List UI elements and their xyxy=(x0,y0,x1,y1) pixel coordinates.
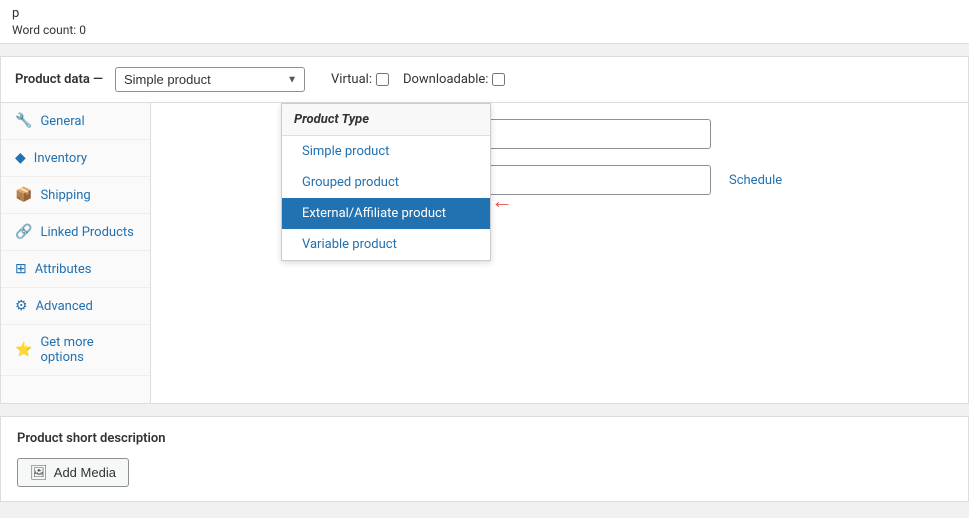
add-media-label: Add Media xyxy=(54,465,116,480)
downloadable-label[interactable]: Downloadable: xyxy=(403,72,505,87)
sidebar-item-advanced[interactable]: ⚙ Advanced xyxy=(1,288,150,325)
top-bar: p Word count: 0 xyxy=(0,0,969,44)
wrench-icon: 🔧 xyxy=(15,113,32,129)
product-data-body: 🔧 General ◆ Inventory 📦 Shipping 🔗 Linke… xyxy=(1,103,968,403)
product-data-wrapper: Product data — Simple product Grouped pr… xyxy=(0,56,969,404)
product-short-description-section: Product short description 🖼 Add Media xyxy=(0,416,969,502)
sidebar-item-attributes[interactable]: ⊞ Attributes xyxy=(1,251,150,288)
downloadable-text: Downloadable: xyxy=(403,72,488,87)
dropdown-item-external[interactable]: External/Affiliate product xyxy=(282,198,490,229)
sidebar-item-linked-products[interactable]: 🔗 Linked Products xyxy=(1,214,150,251)
sidebar-item-label-more: Get more options xyxy=(40,335,136,365)
gear-icon: ⚙ xyxy=(15,298,28,314)
inventory-icon: ◆ xyxy=(15,150,26,166)
virtual-downloadable-group: Virtual: Downloadable: xyxy=(331,72,505,87)
product-type-select-wrapper[interactable]: Simple product Grouped product External/… xyxy=(115,67,305,92)
virtual-checkbox[interactable] xyxy=(376,73,389,86)
sidebar-item-label-linked: Linked Products xyxy=(40,225,133,240)
downloadable-checkbox[interactable] xyxy=(492,73,505,86)
product-data-header: Product data — Simple product Grouped pr… xyxy=(1,57,968,103)
word-count-value: 0 xyxy=(79,23,86,37)
schedule-link[interactable]: Schedule xyxy=(729,173,782,188)
dropdown-header: Product Type xyxy=(282,104,490,136)
page-title: p xyxy=(12,6,957,21)
sidebar-item-label-general: General xyxy=(40,114,84,129)
product-data-section: Product data — Simple product Grouped pr… xyxy=(0,56,969,404)
link-icon: 🔗 xyxy=(15,224,32,240)
product-data-label: Product data — xyxy=(15,72,103,87)
sidebar-item-general[interactable]: 🔧 General xyxy=(1,103,150,140)
virtual-label[interactable]: Virtual: xyxy=(331,72,389,87)
dropdown-item-label-variable: Variable product xyxy=(302,237,397,252)
dropdown-item-label-simple: Simple product xyxy=(302,144,389,159)
short-description-label: Product short description xyxy=(17,431,952,446)
attributes-icon: ⊞ xyxy=(15,261,27,277)
sidebar-item-more-options[interactable]: ⭐ Get more options xyxy=(1,325,150,376)
dropdown-item-variable[interactable]: Variable product xyxy=(282,229,490,260)
add-media-icon: 🖼 xyxy=(30,464,48,481)
dropdown-item-grouped[interactable]: Grouped product xyxy=(282,167,490,198)
dropdown-item-simple[interactable]: Simple product xyxy=(282,136,490,167)
shipping-icon: 📦 xyxy=(15,187,32,203)
sidebar-item-label-advanced: Advanced xyxy=(36,299,93,314)
word-count-label: Word count: xyxy=(12,23,76,37)
product-type-dropdown: Product Type Simple product Grouped prod… xyxy=(281,103,491,261)
sidebar-item-shipping[interactable]: 📦 Shipping xyxy=(1,177,150,214)
star-icon: ⭐ xyxy=(15,342,32,358)
sidebar-nav: 🔧 General ◆ Inventory 📦 Shipping 🔗 Linke… xyxy=(1,103,151,403)
sidebar-item-label-inventory: Inventory xyxy=(34,151,87,166)
main-content: Schedule Product Type Simple product Gro… xyxy=(151,103,968,403)
dropdown-item-label-external: External/Affiliate product xyxy=(302,206,446,221)
arrow-indicator: ← xyxy=(491,188,513,214)
product-type-select[interactable]: Simple product Grouped product External/… xyxy=(115,67,305,92)
dropdown-item-label-grouped: Grouped product xyxy=(302,175,399,190)
sidebar-item-label-attributes: Attributes xyxy=(35,262,92,277)
virtual-text: Virtual: xyxy=(331,72,372,87)
sidebar-item-label-shipping: Shipping xyxy=(40,188,90,203)
add-media-button[interactable]: 🖼 Add Media xyxy=(17,458,129,487)
sidebar-item-inventory[interactable]: ◆ Inventory xyxy=(1,140,150,177)
word-count: Word count: 0 xyxy=(12,23,957,37)
